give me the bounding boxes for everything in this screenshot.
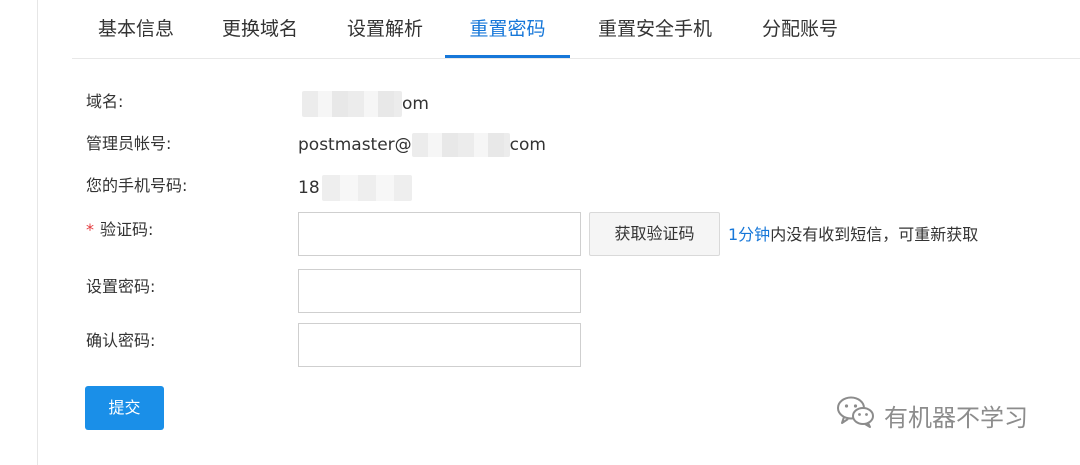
watermark: 有机器不学习: [836, 395, 1028, 435]
tab-bar: 基本信息 更换域名 设置解析 重置密码 重置安全手机 分配账号: [72, 0, 1080, 59]
domain-value: om: [302, 91, 429, 117]
tab-assign-account[interactable]: 分配账号: [752, 14, 848, 58]
redacted-phone: [321, 175, 412, 201]
required-mark: *: [86, 220, 94, 239]
verify-code-label: * 验证码:: [86, 220, 154, 239]
submit-button[interactable]: 提交: [85, 386, 164, 430]
phone-label: 您的手机号码:: [86, 176, 188, 195]
phone-value: 18: [298, 175, 412, 201]
tab-reset-security-phone[interactable]: 重置安全手机: [586, 14, 724, 58]
admin-account-label: 管理员帐号:: [86, 134, 172, 153]
set-password-input[interactable]: [298, 269, 581, 313]
set-password-label: 设置密码:: [86, 277, 156, 296]
redacted-account: [411, 133, 510, 157]
verify-code-input[interactable]: [298, 212, 581, 256]
confirm-password-input[interactable]: [298, 323, 581, 367]
wechat-icon: [836, 395, 884, 435]
admin-account-value: postmaster@ com: [298, 133, 546, 157]
domain-label: 域名:: [86, 92, 124, 111]
tab-reset-password[interactable]: 重置密码: [445, 14, 570, 58]
resend-hint: 1分钟内没有收到短信，可重新获取: [728, 225, 979, 244]
tab-basic-info[interactable]: 基本信息: [88, 14, 184, 58]
resend-countdown: 1分钟: [728, 225, 771, 244]
confirm-password-label: 确认密码:: [86, 331, 156, 350]
tab-change-domain[interactable]: 更换域名: [212, 14, 308, 58]
watermark-text: 有机器不学习: [884, 403, 1028, 432]
redacted-domain: [302, 91, 402, 117]
get-verify-code-button[interactable]: 获取验证码: [589, 212, 720, 256]
left-divider: [37, 0, 38, 465]
tab-set-resolution[interactable]: 设置解析: [337, 14, 433, 58]
